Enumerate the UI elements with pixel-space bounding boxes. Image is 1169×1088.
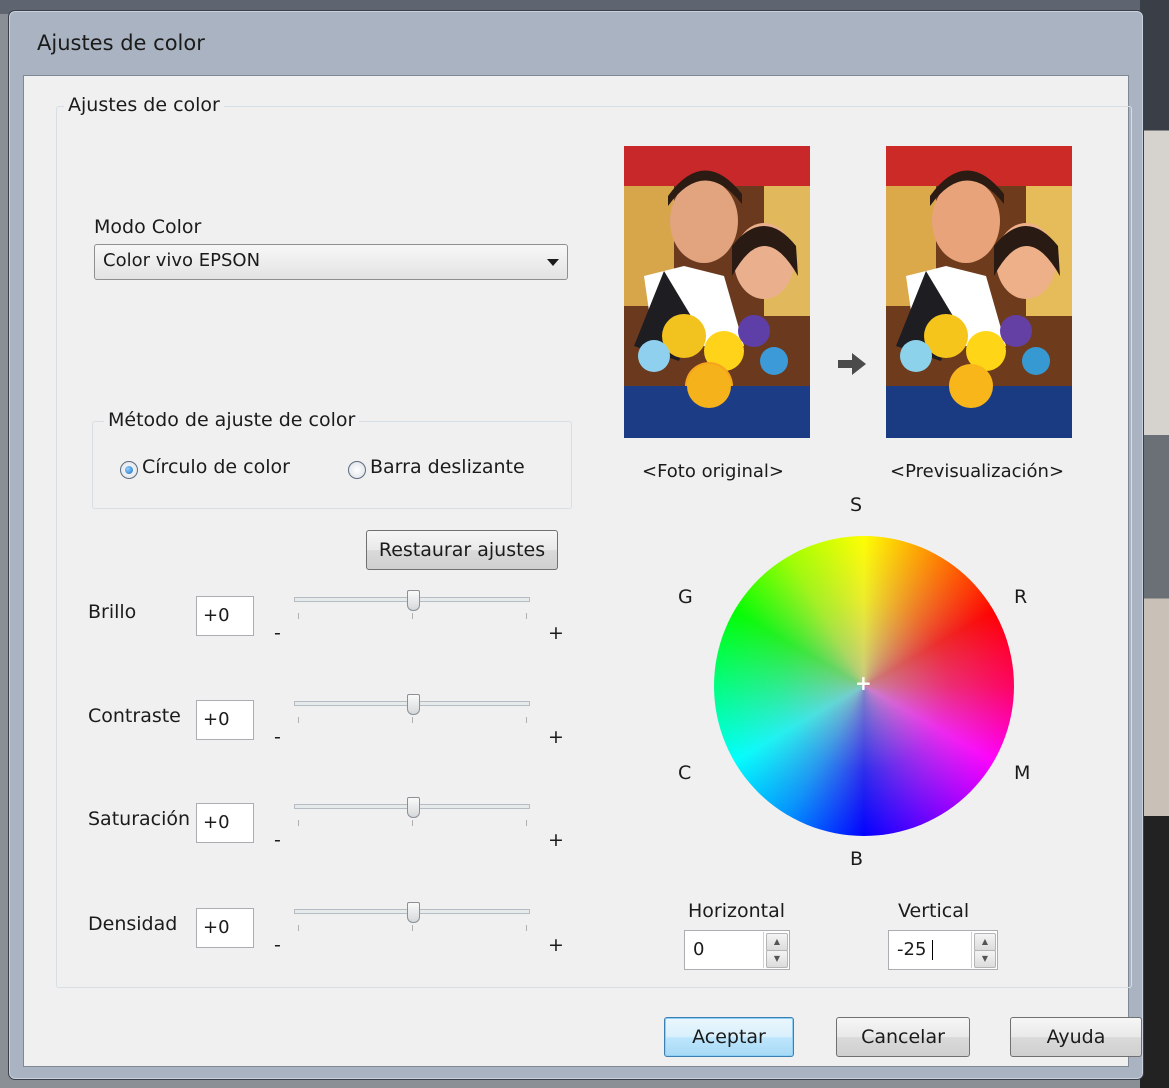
original-photo-caption: <Foto original> <box>642 461 784 482</box>
brightness-value-field[interactable]: +0 <box>196 596 254 636</box>
cancel-button[interactable]: Cancelar <box>836 1017 970 1057</box>
vertical-up-icon[interactable]: ▲ <box>974 933 996 951</box>
color-settings-dialog: Ajustes de color Ajustes de color Modo C… <box>8 10 1144 1080</box>
vertical-label: Vertical <box>898 900 970 922</box>
density-slider-thumb[interactable] <box>407 902 420 923</box>
preview-photo-caption: <Previsualización> <box>890 461 1065 482</box>
original-photo <box>624 146 810 438</box>
vertical-down-icon[interactable]: ▼ <box>974 950 996 968</box>
density-max-label: + <box>548 934 564 956</box>
color-mode-label: Modo Color <box>94 216 202 238</box>
wheel-label-b: B <box>850 848 864 870</box>
chevron-down-icon[interactable] <box>547 259 559 266</box>
wheel-label-r: R <box>1014 586 1028 608</box>
color-mode-selected-value: Color vivo EPSON <box>103 250 261 271</box>
radio-color-circle-indicator[interactable] <box>120 461 138 479</box>
vertical-value[interactable]: -25 <box>897 939 926 960</box>
help-button[interactable]: Ayuda <box>1010 1017 1142 1057</box>
saturation-slider-thumb[interactable] <box>407 797 420 818</box>
ok-button[interactable]: Aceptar <box>664 1017 794 1057</box>
contrast-min-label: - <box>274 726 281 748</box>
dialog-client-area: Ajustes de color Modo Color Color vivo E… <box>23 75 1142 1067</box>
wheel-label-c: C <box>678 762 692 784</box>
saturation-min-label: - <box>274 829 281 851</box>
radio-color-circle-label[interactable]: Círculo de color <box>142 456 290 478</box>
color-wheel[interactable]: + <box>714 536 1014 836</box>
wheel-label-g: G <box>678 586 693 608</box>
density-value-field[interactable]: +0 <box>196 908 254 948</box>
text-caret <box>932 940 933 960</box>
horizontal-label: Horizontal <box>688 900 786 922</box>
color-mode-select[interactable]: Color vivo EPSON <box>94 244 568 280</box>
radio-slider-bar-indicator[interactable] <box>348 461 366 479</box>
horizontal-down-icon[interactable]: ▼ <box>766 950 788 968</box>
density-min-label: - <box>274 934 281 956</box>
adjust-method-legend: Método de ajuste de color <box>104 409 360 431</box>
contrast-value-field[interactable]: +0 <box>196 700 254 740</box>
saturation-max-label: + <box>548 829 564 851</box>
brightness-max-label: + <box>548 622 564 644</box>
title-bar[interactable]: Ajustes de color <box>9 11 1143 75</box>
wheel-crosshair-icon[interactable]: + <box>855 671 872 695</box>
brightness-slider-thumb[interactable] <box>407 590 420 611</box>
density-label: Densidad <box>88 913 178 935</box>
brightness-min-label: - <box>274 622 281 644</box>
color-settings-group-legend: Ajustes de color <box>64 94 224 116</box>
contrast-label: Contraste <box>88 705 181 727</box>
wheel-label-s: S <box>850 494 863 516</box>
saturation-value-field[interactable]: +0 <box>196 803 254 843</box>
wheel-label-m: M <box>1014 762 1031 784</box>
preview-photo <box>886 146 1072 438</box>
saturation-label: Saturación <box>88 808 191 830</box>
vertical-spinner[interactable]: -25 ▲ ▼ <box>888 930 998 970</box>
horizontal-value[interactable]: 0 <box>693 939 704 960</box>
radio-slider-bar-label[interactable]: Barra deslizante <box>370 456 525 478</box>
restore-settings-button[interactable]: Restaurar ajustes <box>366 530 558 570</box>
contrast-slider-thumb[interactable] <box>407 694 420 715</box>
window-title: Ajustes de color <box>37 31 205 55</box>
horizontal-spinner[interactable]: 0 ▲ ▼ <box>684 930 790 970</box>
brightness-label: Brillo <box>88 601 137 623</box>
desktop-backdrop-right <box>1140 0 1169 1088</box>
contrast-max-label: + <box>548 726 564 748</box>
arrow-right-icon <box>838 353 866 375</box>
horizontal-up-icon[interactable]: ▲ <box>766 933 788 951</box>
